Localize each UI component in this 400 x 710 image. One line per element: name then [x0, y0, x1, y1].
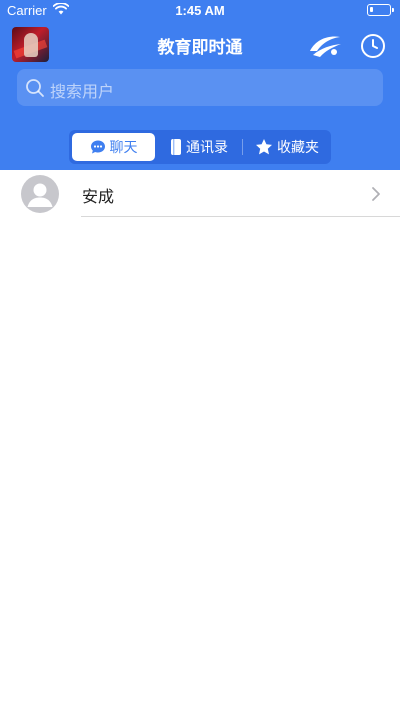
status-time: 1:45 AM — [175, 3, 225, 18]
clock-icon[interactable] — [360, 33, 386, 59]
search-input[interactable]: 搜索用户 — [50, 78, 114, 102]
tab-switcher: 聊天 通讯录 收藏夹 — [69, 130, 331, 164]
tab-favorites[interactable]: 收藏夹 — [245, 133, 329, 161]
battery-icon — [367, 4, 394, 16]
status-bar: Carrier 1:45 AM — [0, 0, 400, 22]
chevron-right-icon — [372, 187, 380, 201]
tab-contacts-label: 通讯录 — [186, 140, 228, 156]
tab-chat[interactable]: 聊天 — [72, 133, 155, 161]
list-item[interactable]: 安成 — [0, 170, 400, 217]
divider — [81, 216, 400, 217]
tab-favorites-label: 收藏夹 — [277, 140, 319, 156]
star-icon — [256, 139, 272, 155]
avatar — [21, 175, 59, 213]
battery-level-fill — [370, 7, 373, 12]
search-icon — [26, 79, 44, 97]
search-bar[interactable]: 搜索用户 — [17, 69, 383, 106]
swoosh-logo-icon[interactable] — [307, 31, 343, 59]
contact-name: 安成 — [82, 187, 115, 206]
tab-divider — [242, 139, 243, 155]
person-icon — [27, 183, 53, 207]
app-header: Carrier 1:45 AM 教育即时通 搜索用户 聊天 通讯录 收藏夹 — [0, 0, 400, 170]
tab-chat-label: 聊天 — [109, 140, 138, 156]
chat-bubble-icon — [90, 140, 105, 154]
address-book-icon — [171, 139, 181, 155]
tab-contacts[interactable]: 通讯录 — [159, 133, 239, 161]
